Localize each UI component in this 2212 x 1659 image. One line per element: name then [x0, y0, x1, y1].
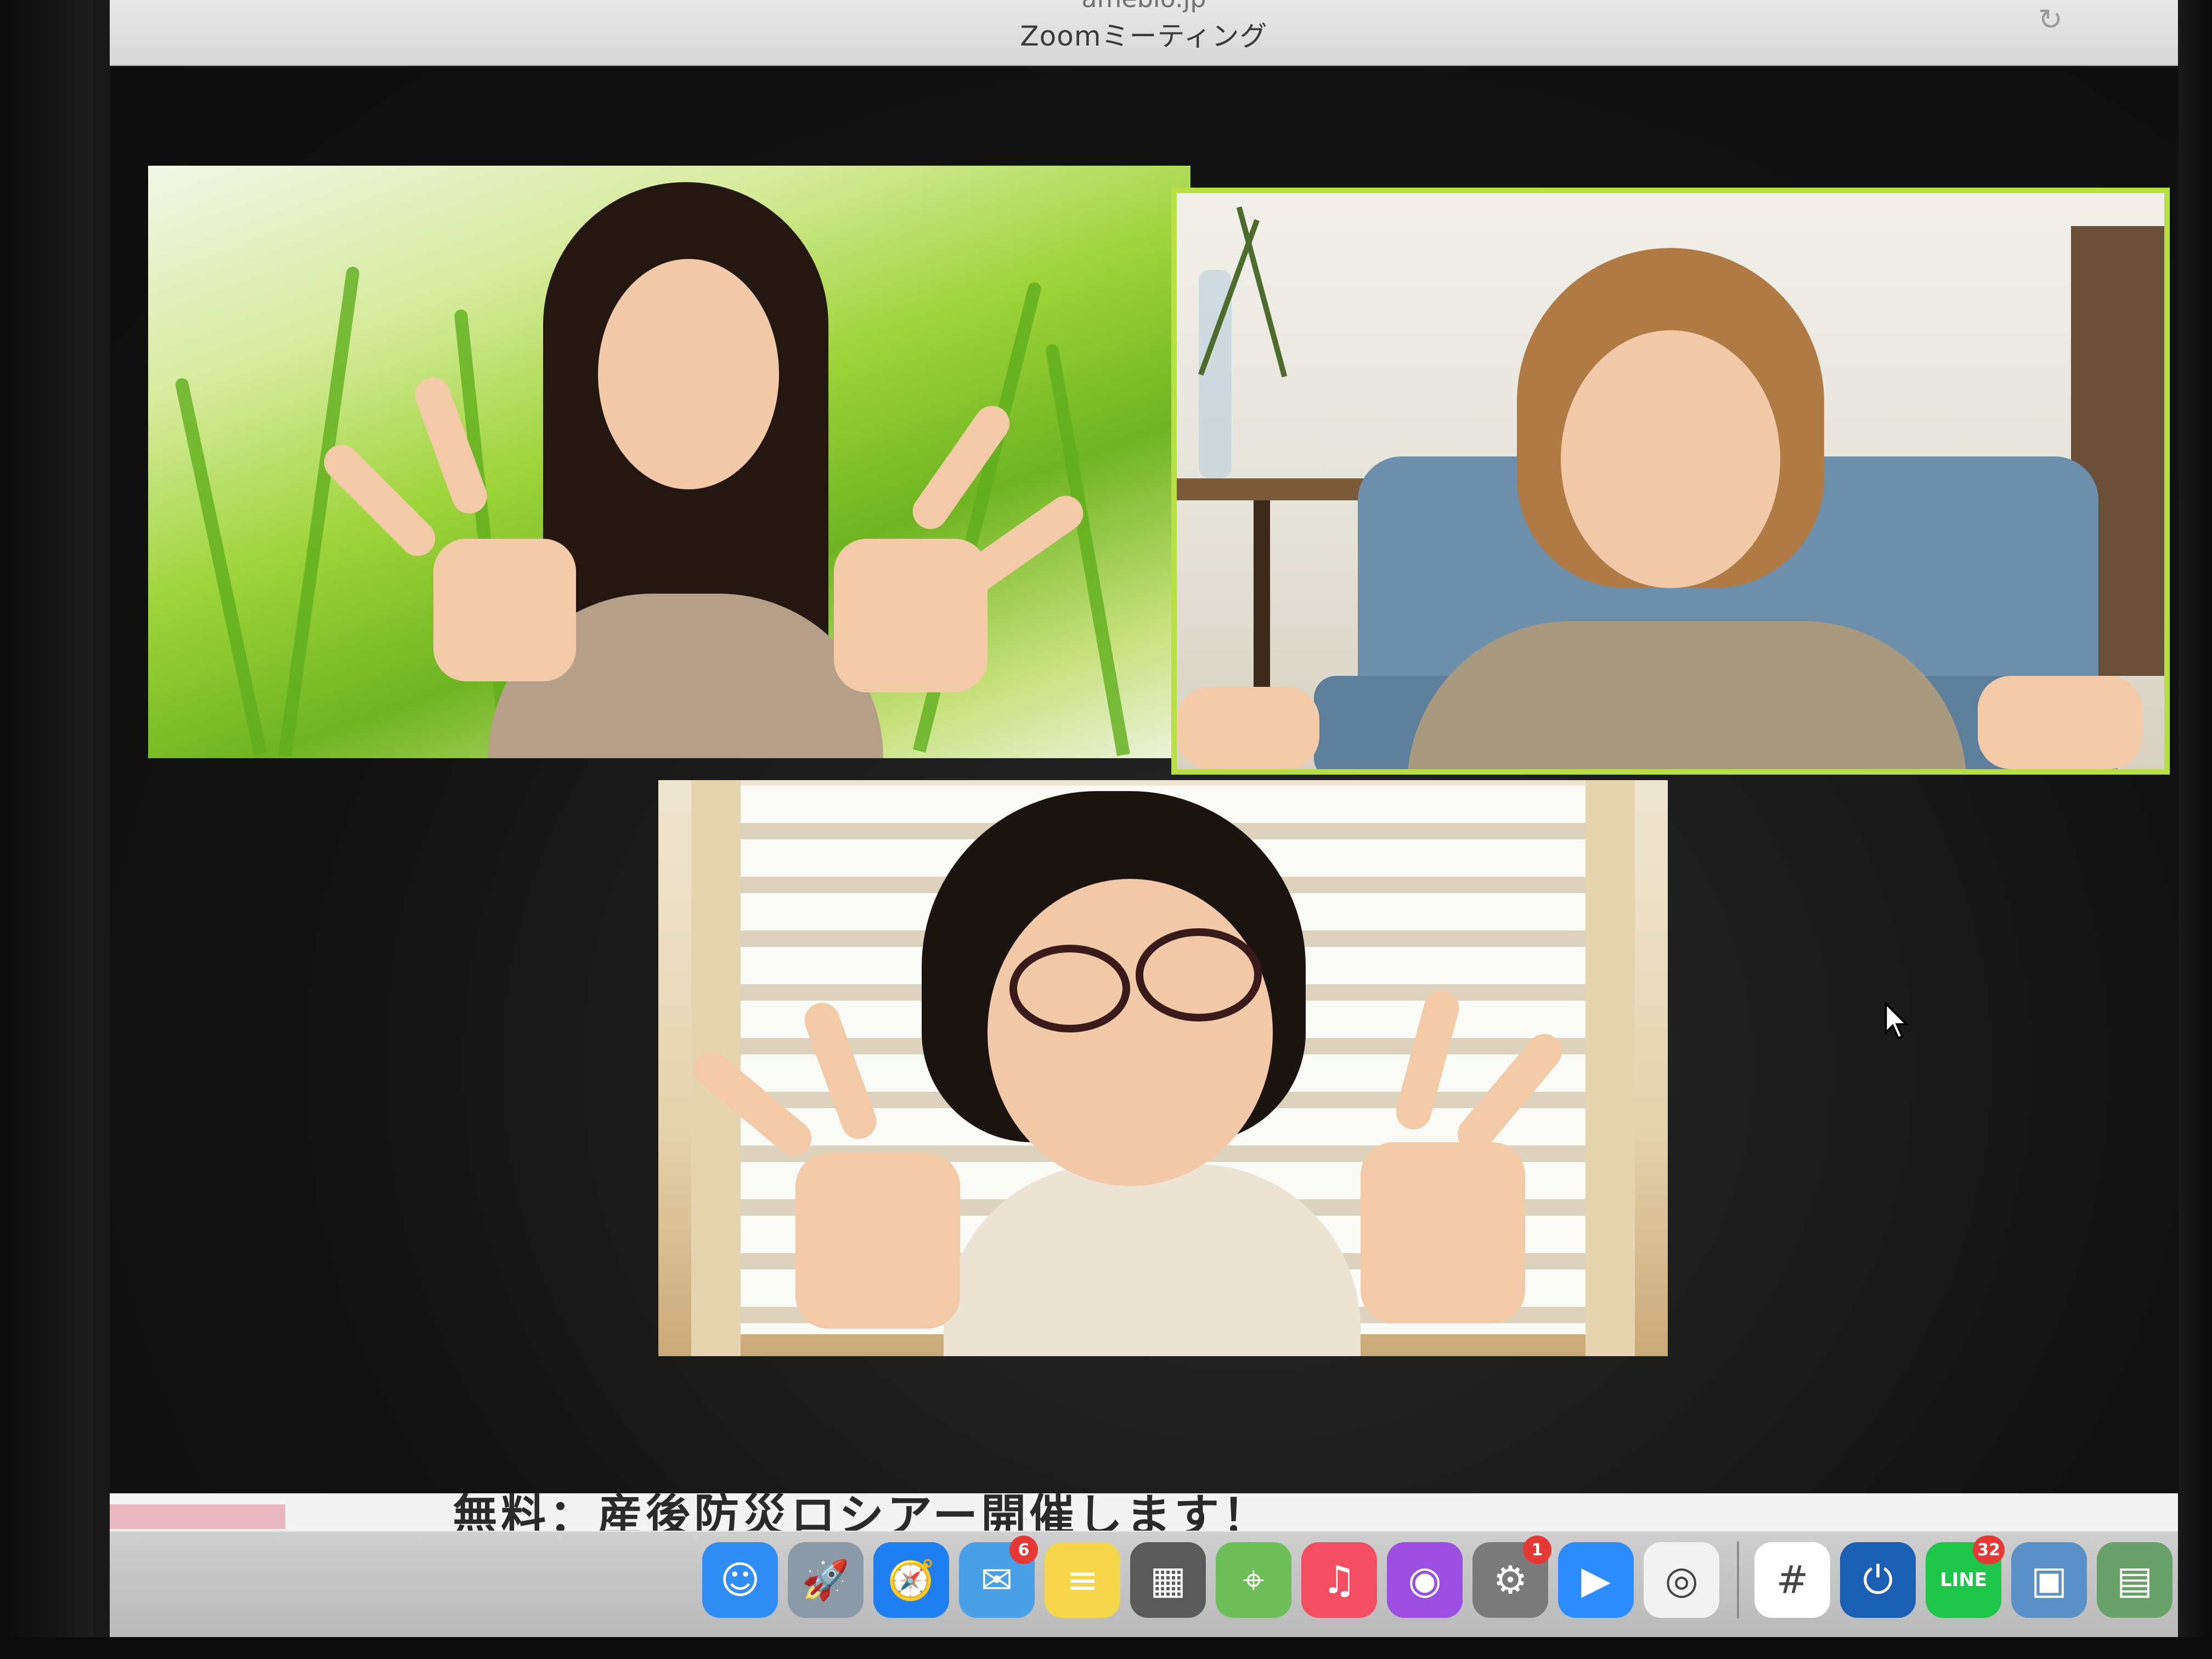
participant-shirt	[944, 1164, 1361, 1356]
finder-icon: ☺	[720, 1558, 760, 1602]
screen: ameblo.jp Zoomミーティング ↻	[93, 0, 2178, 1638]
preview-icon: ▣	[2030, 1558, 2068, 1602]
dock-item-plug-app[interactable]: ⏻	[1840, 1542, 1916, 1618]
participant-hand	[795, 1153, 960, 1329]
dock-item-safari[interactable]: 🧭	[873, 1542, 949, 1618]
dock-item-notes[interactable]: ≡	[1045, 1542, 1120, 1618]
peace-sign-hand	[799, 997, 882, 1144]
peace-sign-hand	[410, 372, 492, 519]
folder-icon: ▤	[2116, 1558, 2153, 1602]
participant-hand	[1978, 676, 2142, 769]
window-titlebar: ameblo.jp Zoomミーティング ↻	[110, 0, 2178, 66]
calculator-icon: ▦	[1149, 1558, 1187, 1602]
glasses-icon	[1009, 945, 1130, 1032]
mouse-cursor-icon	[1884, 1002, 1909, 1040]
peace-sign-hand	[1450, 1026, 1570, 1159]
dock-item-maps[interactable]: ⌖	[1216, 1542, 1291, 1618]
dock-item-calculator[interactable]: ▦	[1130, 1542, 1206, 1618]
participant-2	[1177, 193, 2164, 769]
gear-icon: ⚙	[1493, 1558, 1528, 1602]
participant-face	[988, 879, 1273, 1186]
rocket-icon: 🚀	[802, 1557, 850, 1602]
slack-icon: #	[1776, 1558, 1809, 1602]
dock-item-zoom[interactable]: ▶	[1558, 1542, 1634, 1618]
notification-badge: 1	[1523, 1536, 1551, 1564]
participant-hand	[433, 539, 576, 681]
notes-icon: ≡	[1066, 1558, 1099, 1602]
participant-face	[598, 259, 779, 489]
participant-face	[1561, 330, 1780, 588]
window-url: ameblo.jp	[110, 0, 2178, 13]
dock-item-system-preferences[interactable]: ⚙ 1	[1472, 1536, 1551, 1618]
monitor-bezel-bottom	[0, 1637, 2212, 1659]
dock-separator	[1737, 1542, 1739, 1618]
chrome-icon: ◎	[1664, 1558, 1699, 1602]
peace-sign-hand	[1392, 986, 1463, 1133]
monitor-bezel-left	[0, 0, 93, 1659]
dock-item-finder[interactable]: ☺	[702, 1542, 778, 1618]
line-icon: LINE	[1940, 1569, 1987, 1591]
music-icon: ♫	[1322, 1558, 1357, 1602]
dock-item-line[interactable]: LINE 32	[1926, 1536, 2005, 1618]
map-icon: ⌖	[1243, 1557, 1265, 1602]
reload-icon[interactable]: ↻	[2038, 2, 2063, 37]
participant-1	[148, 166, 1190, 758]
dock-item-podcasts[interactable]: ◉	[1387, 1542, 1463, 1618]
notification-badge: 6	[1009, 1536, 1038, 1564]
podcast-icon: ◉	[1408, 1558, 1442, 1602]
dock-item-downloads[interactable]: ▤	[2097, 1542, 2172, 1618]
peace-sign-hand	[317, 437, 443, 563]
window-title: Zoomミーティング	[1020, 20, 1268, 52]
glasses-icon	[1136, 928, 1262, 1022]
mail-icon: ✉	[980, 1558, 1013, 1602]
monitor-bezel-right	[2179, 0, 2212, 1659]
participant-hand	[834, 539, 988, 692]
participant-video-tile-1[interactable]	[148, 166, 1190, 758]
participant-video-tile-3[interactable]	[658, 780, 1668, 1356]
dock-item-launchpad[interactable]: 🚀	[788, 1542, 864, 1618]
video-camera-icon: ▶	[1581, 1558, 1611, 1602]
webpage-banner	[110, 1504, 285, 1529]
participant-3	[658, 780, 1668, 1356]
dock-item-slack[interactable]: #	[1754, 1542, 1830, 1618]
dock-item-preview[interactable]: ▣	[2011, 1542, 2087, 1618]
plug-icon: ⏻	[1863, 1557, 1893, 1602]
compass-icon: 🧭	[887, 1557, 935, 1602]
dock-item-music[interactable]: ♫	[1301, 1542, 1377, 1618]
participant-shirt	[1407, 621, 1967, 769]
participant-hand	[1361, 1142, 1525, 1323]
dock-item-chrome[interactable]: ◎	[1644, 1542, 1719, 1618]
participant-video-tile-2-active-speaker[interactable]	[1171, 188, 2170, 775]
notification-badge: 32	[1973, 1536, 2005, 1564]
peace-sign-hand	[686, 1044, 819, 1164]
zoom-gallery-view	[110, 67, 2178, 1493]
macos-dock: ☺ 🚀 🧭 ✉ 6 ≡ ▦ ⌖ ♫ ◉ ⚙ 1 ▶ ◎ # ⏻ LINE 32 ▣ ▤	[110, 1531, 2178, 1638]
peace-sign-hand	[906, 399, 1017, 536]
participant-hand	[1177, 687, 1319, 769]
dock-icons: ☺ 🚀 🧭 ✉ 6 ≡ ▦ ⌖ ♫ ◉ ⚙ 1 ▶ ◎ # ⏻ LINE 32 ▣ ▤	[702, 1536, 2178, 1618]
dock-item-mail[interactable]: ✉ 6	[959, 1536, 1038, 1618]
